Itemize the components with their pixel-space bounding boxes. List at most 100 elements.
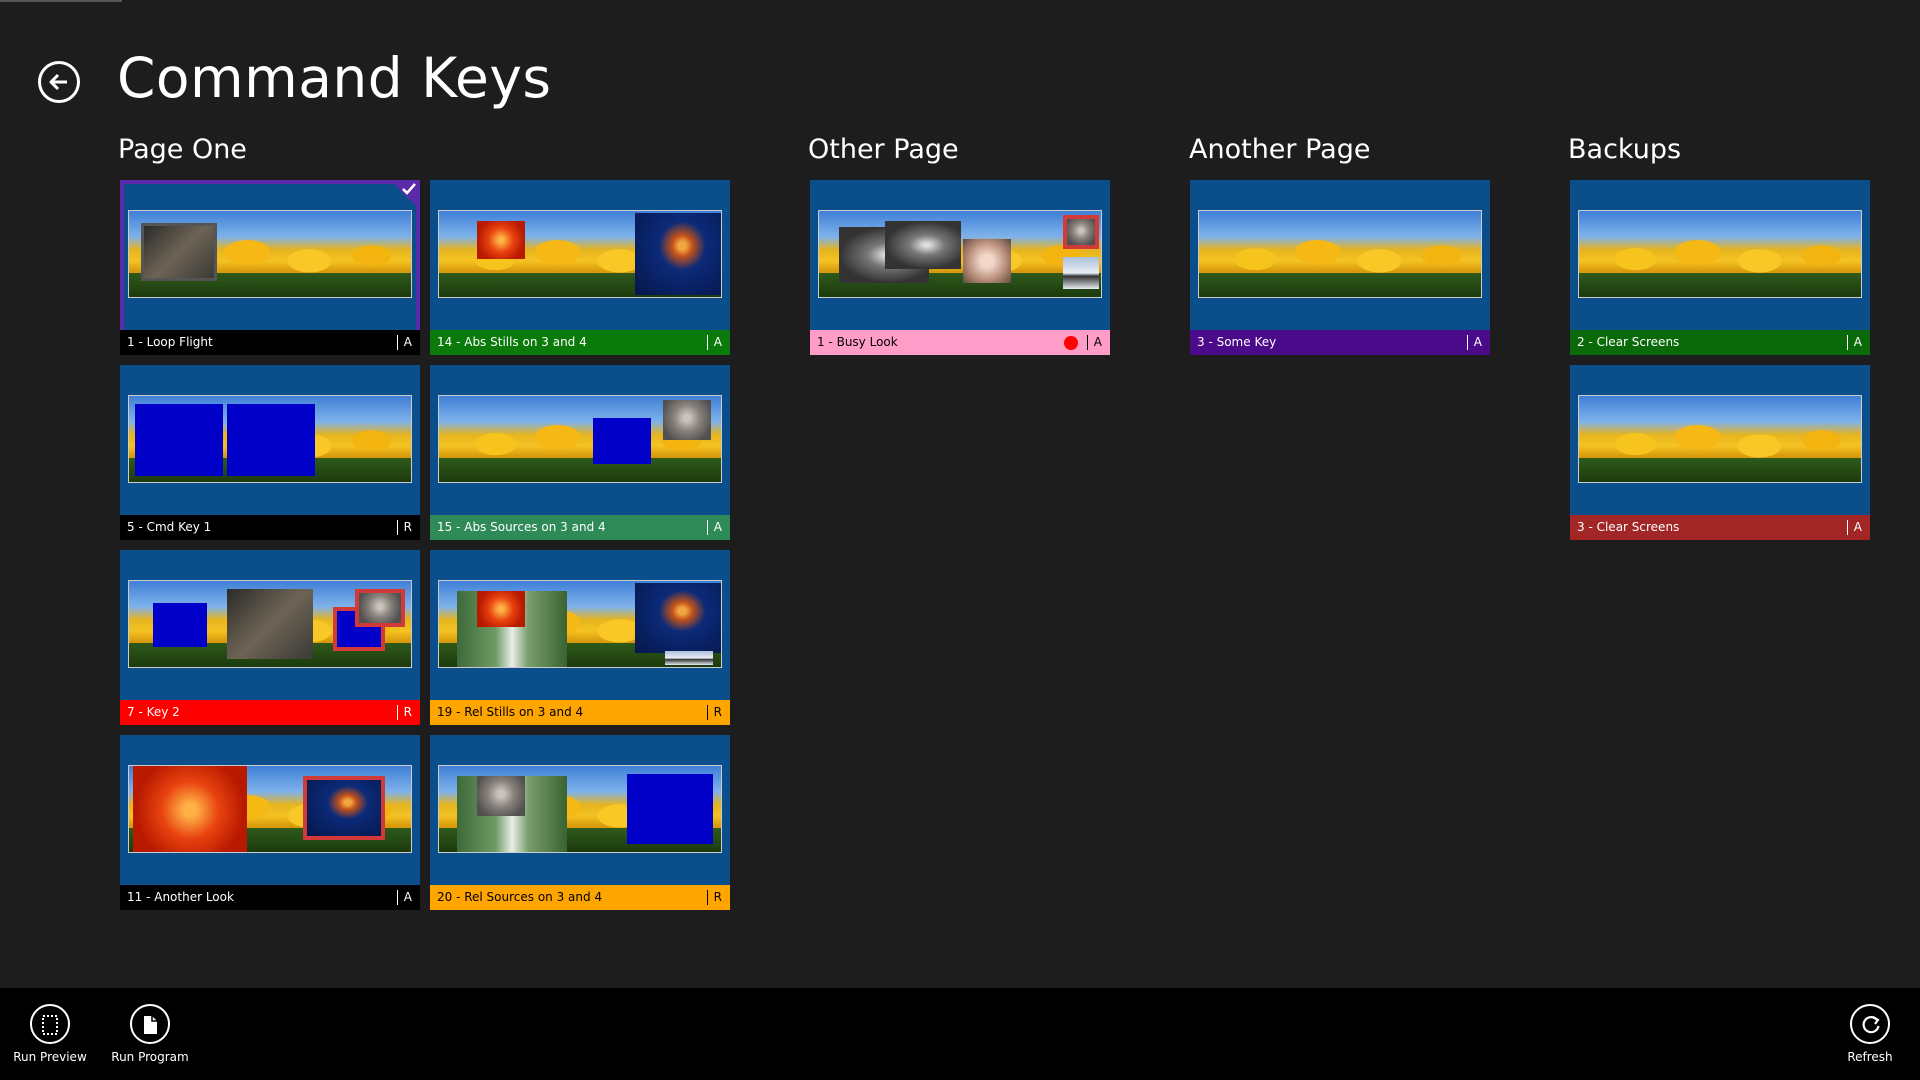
key-label-bar: 14 - Abs Stills on 3 and 4 A bbox=[430, 330, 730, 355]
overlay-jellyfish bbox=[635, 583, 721, 653]
key-label-bar: 1 - Loop Flight A bbox=[120, 330, 420, 355]
key-tile-clear-screens-3[interactable]: 3 - Clear Screens A bbox=[1570, 365, 1870, 540]
overlay-blue-box bbox=[627, 774, 713, 844]
key-preview bbox=[1578, 210, 1862, 298]
key-label: 7 - Key 2 bbox=[127, 705, 180, 719]
key-mode: R bbox=[403, 520, 412, 534]
key-label-bar: 19 - Rel Stills on 3 and 4 R bbox=[430, 700, 730, 725]
top-edge-strip bbox=[0, 0, 122, 2]
overlay-jellyfish bbox=[635, 213, 721, 295]
checkmark-icon bbox=[402, 183, 416, 195]
key-mode: A bbox=[713, 335, 722, 349]
refresh-label: Refresh bbox=[1847, 1050, 1893, 1064]
key-label-bar: 11 - Another Look A bbox=[120, 885, 420, 910]
group-title-backups: Backups bbox=[1568, 134, 1682, 165]
separator bbox=[1847, 520, 1848, 535]
separator bbox=[1087, 335, 1088, 350]
key-label: 1 - Busy Look bbox=[817, 335, 898, 349]
key-tile-rel-sources[interactable]: 20 - Rel Sources on 3 and 4 R bbox=[430, 735, 730, 910]
key-preview bbox=[438, 765, 722, 853]
overlay-flower-photo bbox=[477, 221, 525, 259]
page-icon bbox=[144, 1016, 157, 1034]
key-mode: A bbox=[403, 335, 412, 349]
separator bbox=[1847, 335, 1848, 350]
refresh-circle bbox=[1850, 1004, 1890, 1044]
key-label: 3 - Some Key bbox=[1197, 335, 1277, 349]
key-label-bar: 20 - Rel Sources on 3 and 4 R bbox=[430, 885, 730, 910]
refresh-icon bbox=[1862, 1016, 1880, 1034]
separator bbox=[707, 890, 708, 905]
overlay-koala-photo bbox=[663, 400, 711, 440]
key-preview bbox=[438, 210, 722, 298]
overlay-tunnel-photo bbox=[885, 221, 961, 269]
overlay-blue-box bbox=[227, 404, 315, 476]
separator bbox=[707, 520, 708, 535]
separator bbox=[1467, 335, 1468, 350]
key-preview bbox=[128, 580, 412, 668]
run-program-button[interactable]: Run Program bbox=[104, 1004, 196, 1064]
key-tile-abs-sources[interactable]: 15 - Abs Sources on 3 and 4 A bbox=[430, 365, 730, 540]
app-bar: Run Preview Run Program Refresh bbox=[0, 988, 1920, 1080]
back-button[interactable] bbox=[38, 61, 80, 103]
overlay-blue-box bbox=[593, 418, 651, 464]
overlay-framed-photo bbox=[355, 589, 405, 627]
key-tile-another-look[interactable]: 11 - Another Look A bbox=[120, 735, 420, 910]
key-label-bar: 5 - Cmd Key 1 R bbox=[120, 515, 420, 540]
key-label: 11 - Another Look bbox=[127, 890, 234, 904]
key-label: 14 - Abs Stills on 3 and 4 bbox=[437, 335, 587, 349]
separator bbox=[707, 705, 708, 720]
key-mode: R bbox=[403, 705, 412, 719]
overlay-penguin-photo bbox=[1063, 257, 1099, 289]
overlay-baby-photo bbox=[963, 239, 1011, 283]
overlay-flower-photo bbox=[477, 591, 525, 627]
separator bbox=[397, 335, 398, 350]
key-tile-abs-stills[interactable]: 14 - Abs Stills on 3 and 4 A bbox=[430, 180, 730, 355]
key-tile-rel-stills[interactable]: 19 - Rel Stills on 3 and 4 R bbox=[430, 550, 730, 725]
overlay-flower-photo bbox=[133, 766, 247, 852]
key-label-bar: 3 - Some Key A bbox=[1190, 330, 1490, 355]
overlay-photo bbox=[227, 589, 313, 659]
key-label: 5 - Cmd Key 1 bbox=[127, 520, 212, 534]
overlay-photo bbox=[141, 223, 217, 281]
key-label: 2 - Clear Screens bbox=[1577, 335, 1680, 349]
separator bbox=[397, 890, 398, 905]
key-mode: R bbox=[713, 705, 722, 719]
overlay-framed-koala bbox=[1063, 215, 1099, 249]
overlay-framed-jellyfish bbox=[303, 776, 385, 840]
key-label: 1 - Loop Flight bbox=[127, 335, 213, 349]
key-tile-busy-look[interactable]: 1 - Busy Look A bbox=[810, 180, 1110, 355]
group-title-page-one: Page One bbox=[118, 134, 247, 165]
key-preview bbox=[438, 580, 722, 668]
key-label: 19 - Rel Stills on 3 and 4 bbox=[437, 705, 584, 719]
page-title: Command Keys bbox=[117, 46, 552, 110]
run-preview-circle bbox=[30, 1004, 70, 1044]
separator bbox=[397, 705, 398, 720]
key-mode: R bbox=[713, 890, 722, 904]
run-preview-button[interactable]: Run Preview bbox=[4, 1004, 96, 1064]
separator bbox=[707, 335, 708, 350]
key-label-bar: 1 - Busy Look A bbox=[810, 330, 1110, 355]
key-mode: A bbox=[1473, 335, 1482, 349]
key-mode: A bbox=[1853, 335, 1862, 349]
overlay-koala-photo bbox=[477, 776, 525, 816]
key-tile-cmd-key-1[interactable]: 5 - Cmd Key 1 R bbox=[120, 365, 420, 540]
key-mode: A bbox=[1853, 520, 1862, 534]
key-tile-key-2[interactable]: 7 - Key 2 R bbox=[120, 550, 420, 725]
key-mode: A bbox=[713, 520, 722, 534]
key-label-bar: 3 - Clear Screens A bbox=[1570, 515, 1870, 540]
key-label-bar: 7 - Key 2 R bbox=[120, 700, 420, 725]
run-program-label: Run Program bbox=[111, 1050, 189, 1064]
refresh-button[interactable]: Refresh bbox=[1824, 1004, 1916, 1064]
run-preview-label: Run Preview bbox=[13, 1050, 87, 1064]
run-program-circle bbox=[130, 1004, 170, 1044]
key-tile-loop-flight[interactable]: 1 - Loop Flight A bbox=[120, 180, 420, 355]
key-label: 15 - Abs Sources on 3 and 4 bbox=[437, 520, 606, 534]
key-tile-some-key[interactable]: 3 - Some Key A bbox=[1190, 180, 1490, 355]
separator bbox=[397, 520, 398, 535]
back-arrow-icon bbox=[49, 73, 67, 91]
key-tile-clear-screens-2[interactable]: 2 - Clear Screens A bbox=[1570, 180, 1870, 355]
key-preview bbox=[128, 395, 412, 483]
key-preview bbox=[128, 210, 412, 298]
dashed-page-icon bbox=[42, 1015, 58, 1035]
overlay-blue-box bbox=[135, 404, 223, 476]
